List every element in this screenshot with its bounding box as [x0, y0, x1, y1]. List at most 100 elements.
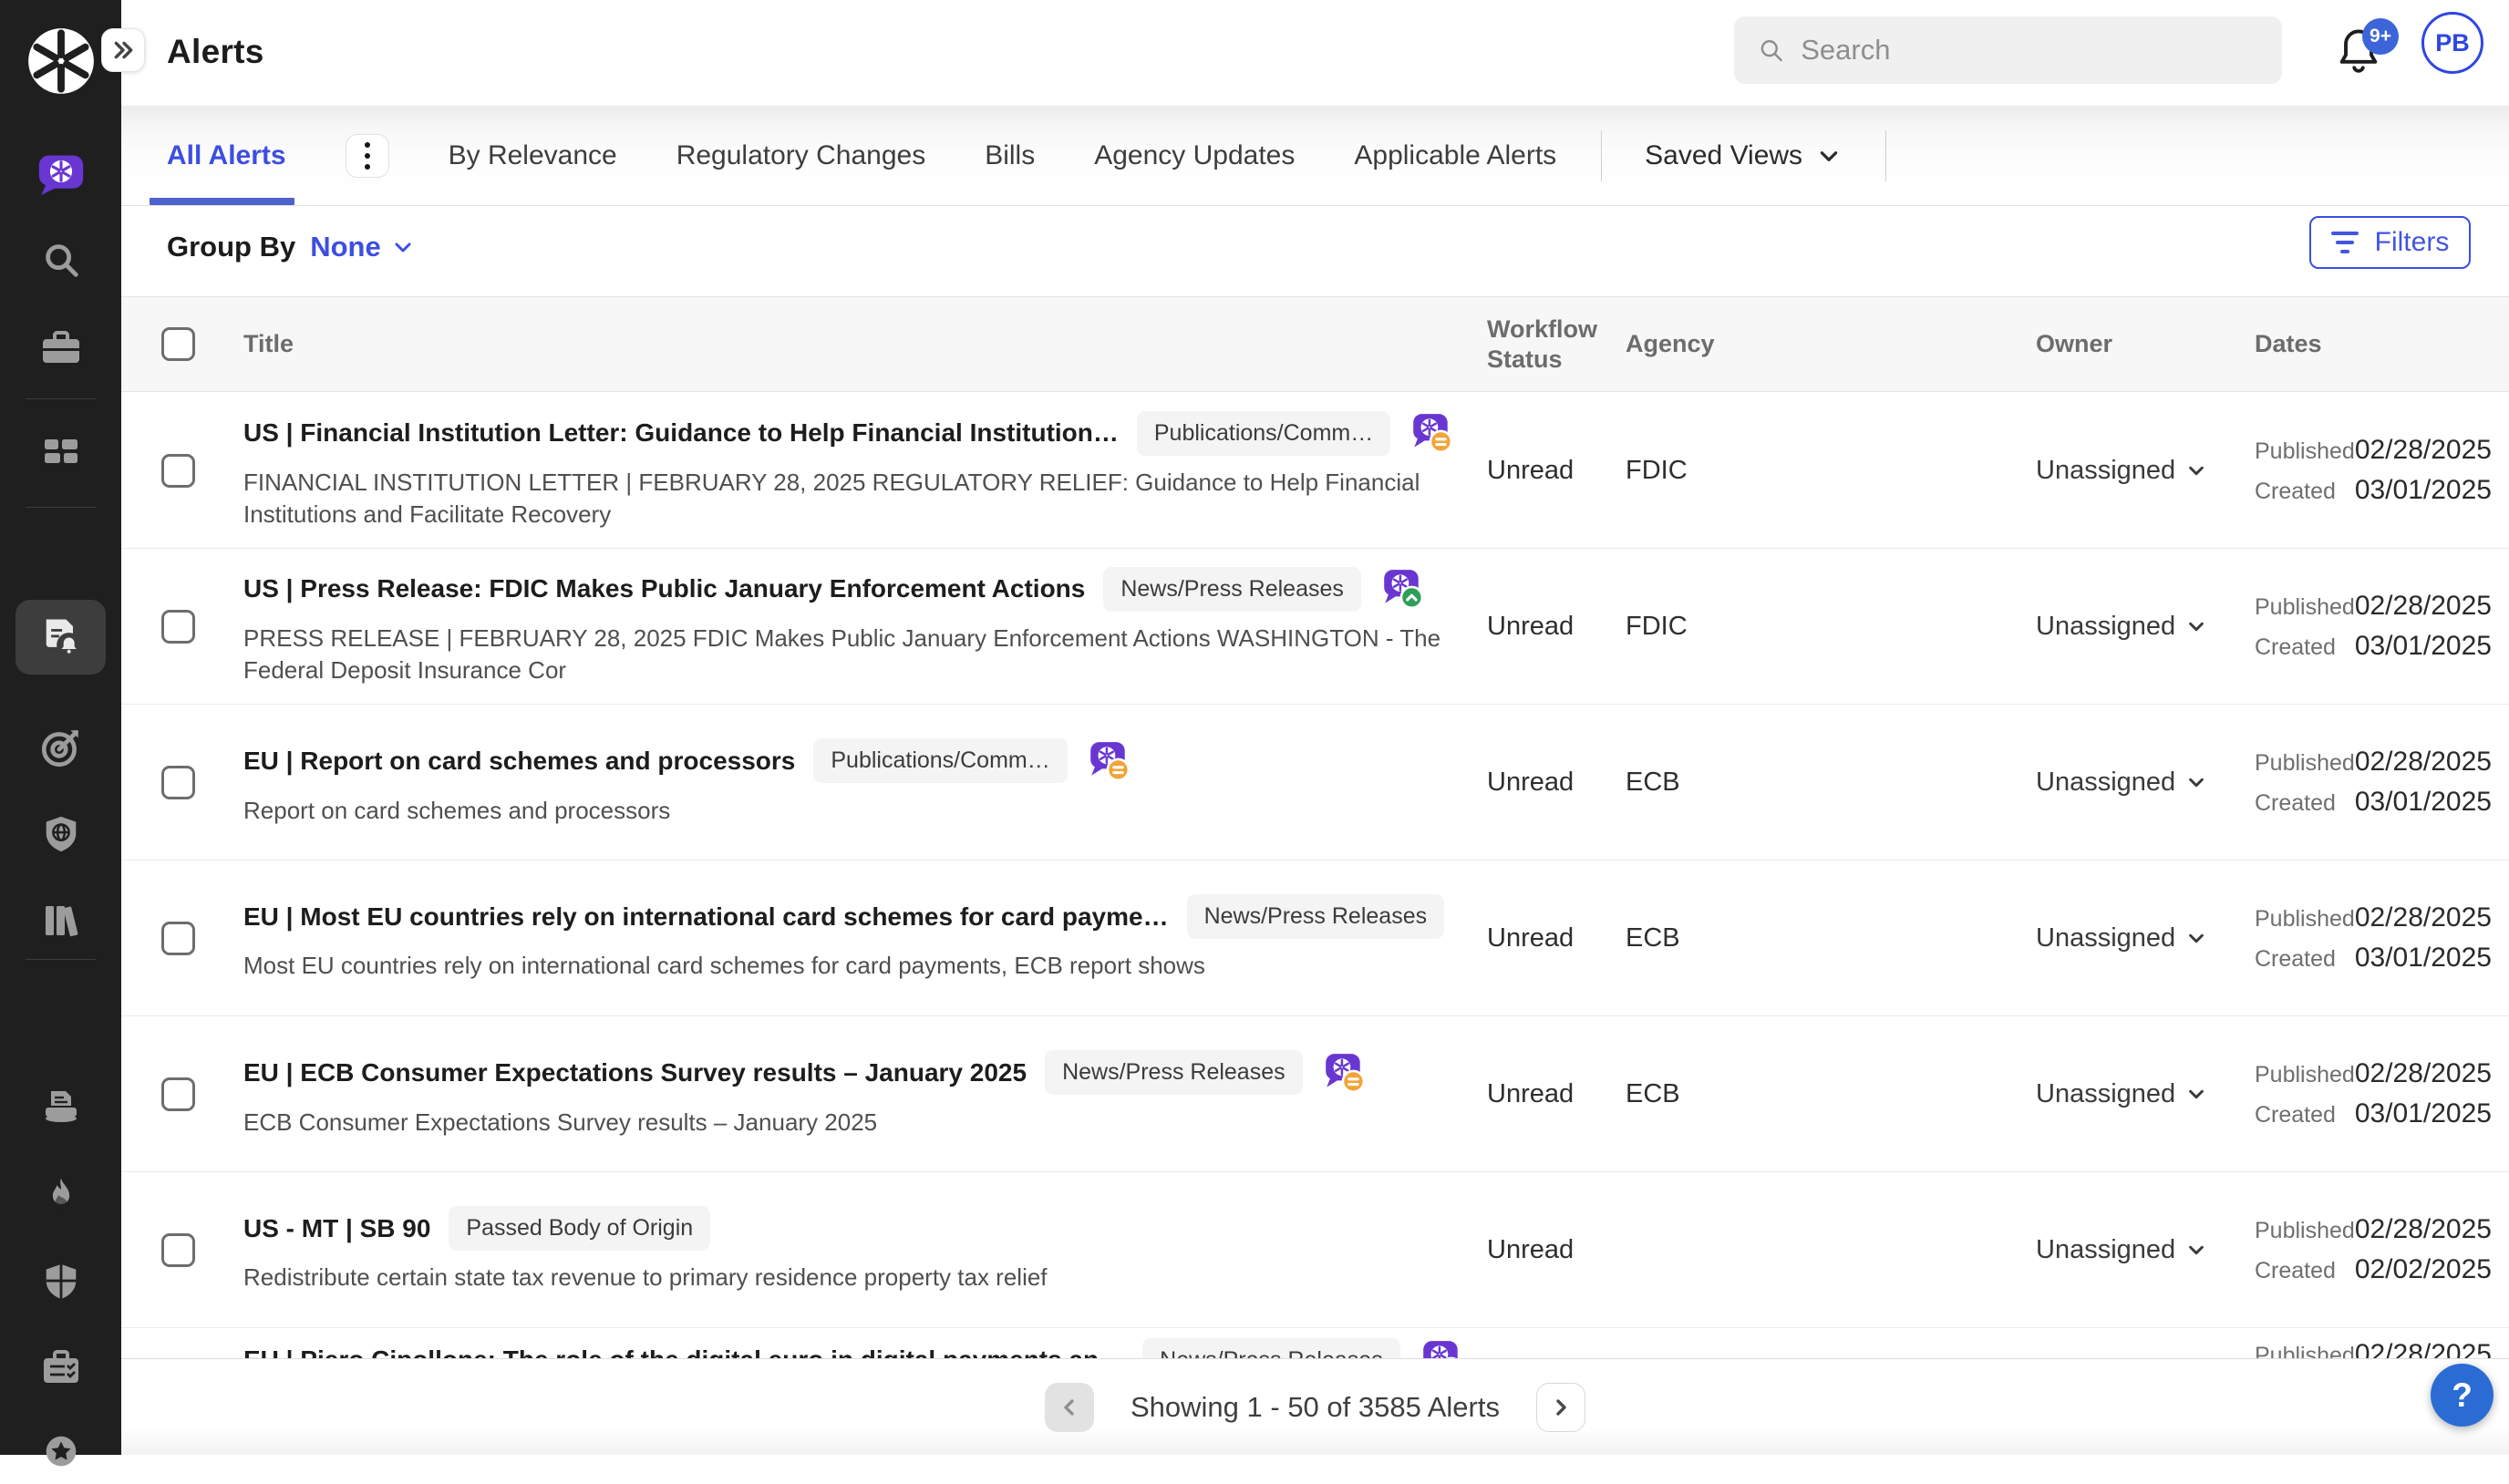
sidebar-item-search[interactable] [0, 235, 121, 284]
column-dates[interactable]: Dates [2218, 329, 2486, 359]
row-checkbox[interactable] [161, 454, 195, 488]
created-label: Created [2255, 1258, 2336, 1284]
sidebar-divider [26, 398, 96, 399]
row-checkbox[interactable] [161, 922, 195, 955]
created-date: 03/01/2025 [2355, 943, 2492, 974]
column-agency[interactable]: Agency [1626, 329, 1899, 359]
notifications-button[interactable]: 9+ [2335, 26, 2399, 89]
alert-title[interactable]: US | Press Release: FDIC Makes Public Ja… [243, 574, 1085, 603]
table-row[interactable]: US | Financial Institution Letter: Guida… [121, 393, 2509, 549]
sidebar-expand-button[interactable] [101, 28, 145, 72]
sidebar-item-workspace[interactable] [0, 324, 121, 373]
created-date: 03/01/2025 [2355, 787, 2492, 818]
sidebar-item-relevance[interactable] [0, 723, 121, 772]
tab-options-button[interactable] [346, 134, 389, 178]
tab-applicable-alerts[interactable]: Applicable Alerts [1354, 140, 1556, 171]
filters-button[interactable]: Filters [2309, 216, 2471, 269]
alert-subtitle: Report on card schemes and processors [243, 795, 670, 827]
assistant-status-icon[interactable] [1321, 1050, 1367, 1096]
alert-title[interactable]: EU | ECB Consumer Expectations Survey re… [243, 1058, 1027, 1087]
search-input[interactable] [1801, 34, 2258, 67]
created-date: 02/02/2025 [2355, 1254, 2492, 1285]
next-page-button[interactable] [1536, 1383, 1585, 1432]
assistant-status-icon[interactable] [1409, 410, 1454, 456]
saved-views-dropdown[interactable]: Saved Views [1645, 140, 1841, 171]
published-label: Published [2255, 594, 2355, 621]
published-date: 02/28/2025 [2355, 435, 2492, 466]
published-label: Published [2255, 438, 2355, 465]
sidebar-item-audit[interactable] [0, 1344, 121, 1393]
global-search[interactable] [1734, 16, 2282, 84]
column-title[interactable]: Title [243, 329, 1487, 359]
created-label: Created [2255, 946, 2336, 973]
alert-title[interactable]: US | Financial Institution Letter: Guida… [243, 418, 1119, 448]
owner-dropdown[interactable]: Unassigned [1899, 549, 2218, 704]
row-checkbox[interactable] [161, 1077, 195, 1111]
alert-subtitle: Redistribute certain state tax revenue t… [243, 1262, 1048, 1293]
alert-subtitle: FINANCIAL INSTITUTION LETTER | FEBRUARY … [243, 467, 1456, 531]
table-row[interactable]: US | Press Release: FDIC Makes Public Ja… [121, 549, 2509, 705]
target-icon [38, 725, 84, 770]
table-row[interactable]: EU | Report on card schemes and processo… [121, 705, 2509, 861]
published-label: Published [2255, 1218, 2355, 1244]
agency-value: FDIC [1626, 393, 1899, 548]
help-button[interactable]: ? [2431, 1364, 2494, 1427]
library-books-icon [39, 899, 83, 943]
select-all-checkbox[interactable] [161, 327, 195, 361]
alert-title[interactable]: EU | Most EU countries rely on internati… [243, 902, 1169, 932]
owner-dropdown[interactable]: Unassigned [1899, 1172, 2218, 1327]
sidebar-item-favorites[interactable] [0, 1428, 121, 1478]
owner-dropdown[interactable]: Unassigned [1899, 861, 2218, 1015]
tab-agency-updates[interactable]: Agency Updates [1094, 140, 1295, 171]
previous-page-button[interactable] [1045, 1383, 1094, 1432]
sidebar-item-enforcement[interactable] [0, 1170, 121, 1220]
briefcase-icon [39, 326, 83, 370]
column-owner[interactable]: Owner [1899, 329, 2218, 359]
row-checkbox[interactable] [161, 1233, 195, 1267]
sidebar-item-alerts[interactable] [0, 603, 121, 671]
top-header: Alerts 9+ PB [121, 0, 2509, 106]
alert-title[interactable]: EU | Report on card schemes and processo… [243, 747, 795, 776]
sidebar-item-global-compliance[interactable] [0, 809, 121, 859]
owner-dropdown[interactable]: Unassigned [1899, 1016, 2218, 1171]
alert-type-badge: News/Press Releases [1103, 567, 1361, 612]
alert-type-badge: News/Press Releases [1045, 1050, 1303, 1095]
briefcase-checklist-icon [39, 1346, 83, 1390]
tab-regulatory-changes[interactable]: Regulatory Changes [676, 140, 926, 171]
sidebar-item-risk[interactable] [0, 1257, 121, 1306]
alert-type-badge: Publications/Comm… [813, 738, 1067, 783]
dates-cell: Published 02/28/2025 Created 03/01/2025 [2218, 549, 2492, 704]
table-row[interactable]: US - MT | SB 90 Passed Body of Origin Re… [121, 1172, 2509, 1328]
row-checkbox[interactable] [161, 766, 195, 799]
chevron-down-icon [2186, 928, 2206, 948]
created-date: 03/01/2025 [2355, 475, 2492, 506]
tab-all-alerts[interactable]: All Alerts [167, 140, 286, 171]
shield-globe-icon [40, 813, 82, 855]
sidebar-item-dashboard[interactable] [0, 427, 121, 476]
owner-dropdown[interactable]: Unassigned [1899, 705, 2218, 860]
row-checkbox[interactable] [161, 610, 195, 644]
group-by-dropdown[interactable]: None [310, 231, 414, 263]
table-row[interactable]: EU | Most EU countries rely on internati… [121, 861, 2509, 1016]
sidebar-item-assistant[interactable] [0, 146, 121, 202]
alerts-tabs: All Alerts By Relevance Regulatory Chang… [121, 106, 2509, 206]
owner-dropdown[interactable]: Unassigned [1899, 393, 2218, 548]
published-date: 02/28/2025 [2355, 591, 2492, 622]
sidebar-item-reports[interactable] [0, 1081, 121, 1130]
table-row[interactable]: EU | ECB Consumer Expectations Survey re… [121, 1016, 2509, 1172]
agency-value [1626, 1172, 1899, 1327]
assistant-status-icon[interactable] [1379, 566, 1425, 612]
chevron-down-icon [2186, 460, 2206, 480]
sidebar-item-library[interactable] [0, 896, 121, 945]
assistant-status-icon[interactable] [1086, 738, 1131, 784]
alerts-list: US | Financial Institution Letter: Guida… [121, 393, 2509, 1455]
tab-by-relevance[interactable]: By Relevance [449, 140, 617, 171]
alert-title[interactable]: US - MT | SB 90 [243, 1214, 430, 1243]
workflow-status-value: Unread [1487, 393, 1626, 548]
avatar[interactable]: PB [2421, 12, 2483, 74]
page-title: Alerts [167, 33, 264, 71]
workflow-status-value: Unread [1487, 1016, 1626, 1171]
notification-count-badge: 9+ [2362, 18, 2399, 55]
column-workflow-status[interactable]: Workflow Status [1487, 314, 1626, 375]
tab-bills[interactable]: Bills [985, 140, 1035, 171]
